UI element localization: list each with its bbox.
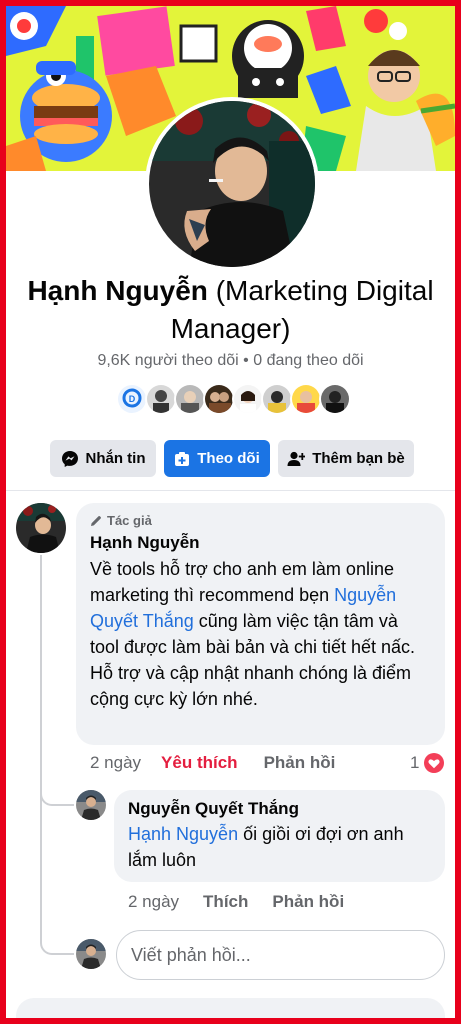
- follower-avatar[interactable]: [145, 383, 177, 415]
- reply-input[interactable]: Viết phản hồi...: [116, 930, 445, 980]
- comment-time[interactable]: 2 ngày: [90, 753, 141, 773]
- reply-bubble[interactable]: Nguyễn Quyết Thắng Hạnh Nguyễn ối giồi ơ…: [114, 790, 445, 882]
- current-user-avatar: [76, 939, 106, 969]
- comment-reactions[interactable]: 1: [410, 752, 445, 774]
- reply-author-avatar[interactable]: [76, 790, 106, 820]
- reply-mention[interactable]: Hạnh Nguyễn: [128, 824, 238, 844]
- reply-like-button[interactable]: Thích: [203, 892, 248, 912]
- section-divider: [6, 490, 455, 491]
- follower-avatar[interactable]: [174, 383, 206, 415]
- pencil-icon: [91, 515, 101, 526]
- thread-line: [40, 555, 42, 805]
- svg-text:D: D: [129, 394, 136, 404]
- message-button-label: Nhắn tin: [85, 450, 146, 467]
- follower-avatar[interactable]: [261, 383, 293, 415]
- comment-author-avatar[interactable]: [16, 503, 66, 553]
- comment-reply-button[interactable]: Phản hồi: [264, 753, 336, 773]
- comment-bubble[interactable]: Tác giả Hạnh Nguyễn Về tools hỗ trợ cho …: [76, 503, 445, 745]
- reply-actions: 2 ngày Thích Phản hồi: [128, 892, 344, 912]
- author-badge: Tác giả: [90, 513, 431, 528]
- profile-title: (Marketing Digital Manager): [170, 275, 434, 344]
- thread-connector: [40, 790, 74, 806]
- follow-button-label: Theo dõi: [197, 450, 260, 467]
- profile-actions: Nhắn tin Theo dõi Thêm bạn bè: [50, 440, 414, 477]
- next-comment-bubble: [16, 998, 445, 1024]
- reply-time[interactable]: 2 ngày: [128, 892, 179, 912]
- profile-picture[interactable]: [149, 101, 315, 267]
- comment-actions: 2 ngày Yêu thích Phản hồi: [90, 753, 335, 773]
- profile-header: Hạnh Nguyễn (Marketing Digital Manager): [20, 272, 441, 348]
- follower-avatar[interactable]: [290, 383, 322, 415]
- follow-button[interactable]: Theo dõi: [164, 440, 270, 477]
- add-friend-button-label: Thêm bạn bè: [312, 450, 405, 467]
- message-button[interactable]: Nhắn tin: [50, 440, 156, 477]
- follower-stats[interactable]: 9,6K người theo dõi • 0 đang theo dõi: [0, 352, 461, 370]
- reply-author-name[interactable]: Nguyễn Quyết Thắng: [128, 799, 431, 819]
- messenger-icon: [61, 450, 78, 467]
- comment-love-button[interactable]: Yêu thích: [161, 753, 238, 773]
- profile-picture-ring: [145, 97, 319, 271]
- add-friend-button[interactable]: Thêm bạn bè: [278, 440, 414, 477]
- reply-reply-button[interactable]: Phản hồi: [272, 892, 344, 912]
- thread-connector: [40, 805, 74, 955]
- reaction-count: 1: [410, 753, 420, 772]
- heart-icon: [424, 753, 445, 773]
- follower-avatar[interactable]: [319, 383, 351, 415]
- follower-avatar[interactable]: D: [116, 383, 148, 415]
- follower-avatars[interactable]: D: [116, 383, 351, 417]
- profile-name[interactable]: Hạnh Nguyễn: [27, 275, 207, 306]
- comment-author-name[interactable]: Hạnh Nguyễn: [90, 533, 431, 553]
- author-badge-label: Tác giả: [107, 513, 152, 528]
- follow-icon: [175, 451, 190, 466]
- profile-photo-illustration: [149, 101, 315, 267]
- reply-text: Hạnh Nguyễn ối giồi ơi đợi ơn anh lắm lu…: [128, 821, 431, 873]
- add-friend-icon: [287, 451, 306, 466]
- comment-text: Về tools hỗ trợ cho anh em làm online ma…: [90, 556, 431, 712]
- follower-avatar[interactable]: [232, 383, 264, 415]
- follower-avatar[interactable]: [203, 383, 235, 415]
